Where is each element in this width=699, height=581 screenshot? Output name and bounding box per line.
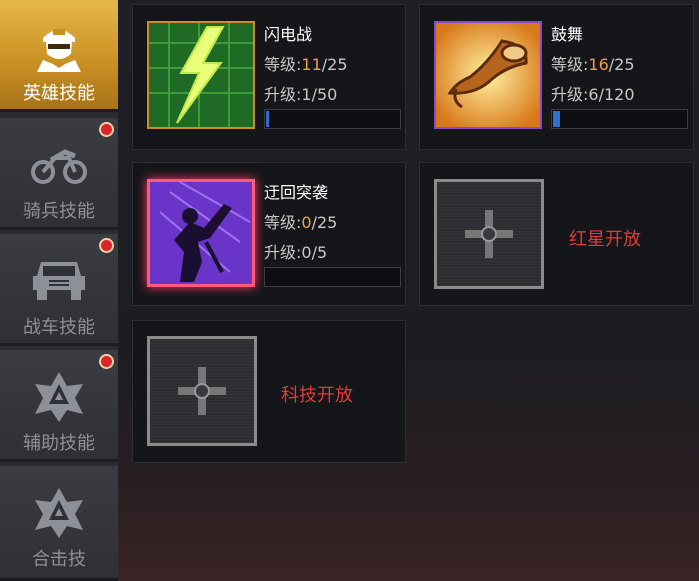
tab-label: 战车技能 xyxy=(23,317,95,338)
tab-label: 英雄技能 xyxy=(23,83,95,104)
locked-slot-frame xyxy=(434,179,544,289)
lightning-map-icon xyxy=(149,23,253,127)
skill-card[interactable]: 闪电战 等级:11/25 升级:1/50 xyxy=(132,4,406,150)
tab-vehicle-skills[interactable]: 战车技能 xyxy=(0,234,118,346)
tab-cavalry-skills[interactable]: 骑兵技能 xyxy=(0,118,118,230)
locked-skill-slot[interactable]: 科技开放 xyxy=(132,320,406,463)
jeep-icon xyxy=(33,262,85,300)
upgrade-progress-bar xyxy=(264,267,401,287)
war-horn-icon xyxy=(436,23,540,127)
tab-hero-skills[interactable]: 英雄技能 xyxy=(0,0,118,112)
unlock-condition-text: 科技开放 xyxy=(281,385,353,406)
motorcycle-icon xyxy=(31,149,87,184)
assassin-strike-icon xyxy=(150,181,252,284)
plus-icon xyxy=(465,210,513,258)
skill-name: 闪电战 xyxy=(264,25,313,44)
plus-icon xyxy=(178,367,226,415)
upgrade-progress-text: 升级:6/120 xyxy=(551,85,635,104)
skill-level: 等级:11/25 xyxy=(264,51,348,75)
level-current: 0 xyxy=(301,213,312,232)
skill-name: 鼓舞 xyxy=(551,25,584,44)
upgrade-progress-text: 升级:1/50 xyxy=(264,85,338,104)
emblem-icon xyxy=(35,488,83,538)
skill-level: 等级:16/25 xyxy=(551,51,635,75)
emblem-icon xyxy=(35,372,83,422)
skill-icon-frame xyxy=(147,21,255,129)
tab-label: 合击技 xyxy=(32,549,86,570)
progress-fill xyxy=(553,111,560,127)
notification-badge xyxy=(99,122,114,137)
level-current: 11 xyxy=(301,55,322,74)
upgrade-progress-bar xyxy=(264,109,401,129)
level-current: 16 xyxy=(588,55,609,74)
skill-card[interactable]: 迂回突袭 等级:0/25 升级:0/5 xyxy=(132,162,406,306)
skill-card[interactable]: 鼓舞 等级:16/25 升级:6/120 xyxy=(419,4,694,150)
level-label: 等级: xyxy=(264,213,302,232)
level-max: /25 xyxy=(311,213,338,232)
skill-level: 等级:0/25 xyxy=(264,209,337,233)
skill-icon-frame xyxy=(434,21,542,129)
locked-slot-frame xyxy=(147,336,257,446)
progress-fill xyxy=(266,111,269,127)
level-label: 等级: xyxy=(264,55,302,74)
skill-icon-frame xyxy=(147,179,255,287)
unlock-condition-text: 红星开放 xyxy=(569,229,641,250)
tab-support-skills[interactable]: 辅助技能 xyxy=(0,350,118,462)
tab-label: 骑兵技能 xyxy=(23,201,95,222)
notification-badge xyxy=(99,238,114,253)
notification-badge xyxy=(99,354,114,369)
level-max: /25 xyxy=(321,55,348,74)
upgrade-progress-text: 升级:0/5 xyxy=(264,243,328,262)
soldier-head-icon xyxy=(37,29,81,72)
skill-name: 迂回突袭 xyxy=(264,183,329,202)
upgrade-progress-bar xyxy=(551,109,688,129)
skill-category-sidebar: 英雄技能 骑兵技能 战车技能 辅助技能 合击技 xyxy=(0,0,118,581)
tab-label: 辅助技能 xyxy=(23,433,95,454)
level-label: 等级: xyxy=(551,55,589,74)
level-max: /25 xyxy=(608,55,635,74)
tab-combo-skills[interactable]: 合击技 xyxy=(0,466,118,581)
locked-skill-slot[interactable]: 红星开放 xyxy=(419,162,694,306)
